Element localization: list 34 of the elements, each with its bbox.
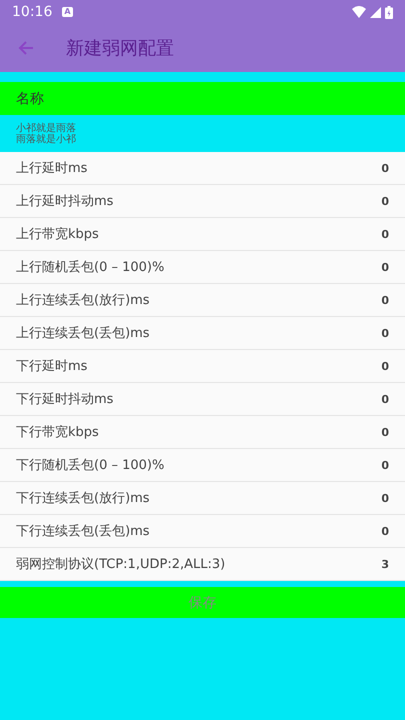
field-label: 下行带宽kbps [16,424,99,441]
field-label: 上行随机丢包(0 – 100)% [16,259,164,276]
field-label: 下行延时抖动ms [16,391,114,408]
status-time: 10:16 [12,4,52,20]
field-label: 上行连续丢包(丢包)ms [16,325,150,342]
field-value[interactable]: 0 [381,392,389,406]
field-label: 上行带宽kbps [16,226,99,243]
field-value[interactable]: 0 [381,458,389,472]
field-label: 上行连续丢包(放行)ms [16,292,150,309]
field-value[interactable]: 0 [381,426,389,438]
field-label: 上行延时抖动ms [16,193,114,210]
screen-title: 新建弱网配置 [66,37,174,60]
field-label: 下行连续丢包(丢包)ms [16,523,150,540]
field-label: 弱网控制协议(TCP:1,UDP:2,ALL:3) [16,556,226,573]
battery-icon [385,6,393,18]
field-value[interactable]: 0 [381,228,389,240]
signal-icon [370,6,381,18]
name-field[interactable]: 名称 [0,82,405,115]
field-value[interactable]: 0 [381,260,389,274]
field-label: 下行连续丢包(放行)ms [16,490,150,507]
notification-badge: A [62,7,73,17]
field-value[interactable]: 0 [381,326,389,340]
field-value[interactable]: 0 [381,360,389,372]
field-value[interactable]: 0 [381,294,389,306]
field-value[interactable]: 3 [381,558,389,570]
field-label: 下行随机丢包(0 – 100)% [16,457,164,474]
note-text: 小祁就是雨落 雨落就是小祁 [16,122,76,144]
field-value[interactable]: 0 [381,492,389,504]
field-label: 下行延时ms [16,358,88,375]
field-value[interactable]: 0 [381,162,389,174]
wifi-icon [352,6,366,18]
field-label: 上行延时ms [16,160,88,177]
field-value[interactable]: 0 [381,524,389,538]
field-value[interactable]: 0 [381,194,389,208]
